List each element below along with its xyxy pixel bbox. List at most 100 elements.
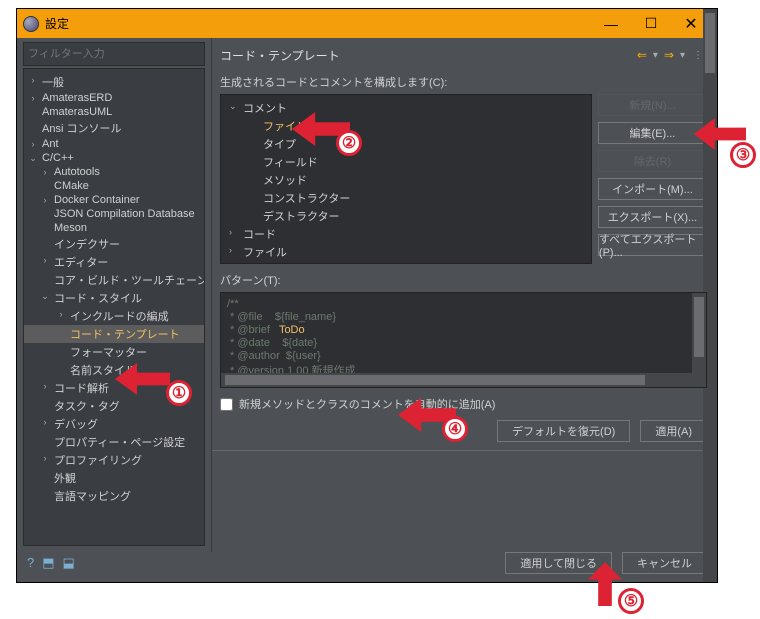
tree-item[interactable]: ›一般 bbox=[24, 73, 204, 91]
tree-item[interactable]: JSON Compilation Database bbox=[24, 207, 204, 221]
tree-item[interactable]: プロパティー・ページ設定 bbox=[24, 433, 204, 451]
template-tree-item[interactable]: デストラクター bbox=[221, 207, 591, 225]
nav-back-icon[interactable]: ⇐ bbox=[637, 48, 647, 62]
pattern-scrollbar-h[interactable] bbox=[221, 373, 692, 387]
caret-icon: › bbox=[56, 309, 66, 319]
tree-item-label: プロファイリング bbox=[54, 455, 142, 467]
caret-icon: › bbox=[28, 139, 38, 149]
restore-defaults-button[interactable]: デフォルトを復元(D) bbox=[497, 420, 630, 442]
edit-button[interactable]: 編集(E)... bbox=[598, 122, 707, 144]
tree-item-label: 一般 bbox=[42, 77, 64, 89]
tree-item[interactable]: 外観 bbox=[24, 469, 204, 487]
main-panel: コード・テンプレート ⇐ ▾ ⇒ ▾ ⋮ 生成されるコードとコメントを構成します… bbox=[212, 38, 717, 552]
minimize-button[interactable]: — bbox=[591, 10, 631, 38]
tree-item-label: AmaterasUML bbox=[42, 106, 112, 118]
page-title: コード・テンプレート bbox=[220, 47, 340, 64]
tree-item-label: コア・ビルド・ツールチェーン bbox=[54, 275, 205, 287]
tree-item[interactable]: Ansi コンソール bbox=[24, 119, 204, 137]
tree-item[interactable]: AmaterasUML bbox=[24, 105, 204, 119]
nav-forward-menu-icon[interactable]: ▾ bbox=[680, 50, 685, 61]
template-tree-label: コンストラクター bbox=[263, 193, 350, 205]
app-icon bbox=[23, 16, 39, 32]
template-tree-item[interactable]: ⌄コメント bbox=[221, 99, 591, 117]
callout-badge-3: ③ bbox=[730, 142, 756, 168]
filter-box[interactable] bbox=[23, 42, 205, 66]
caret-icon: › bbox=[40, 195, 50, 205]
tree-item[interactable]: › インクルードの編成 bbox=[24, 307, 204, 325]
caret-icon: › bbox=[28, 93, 38, 103]
settings-window: 設定 — ☐ ✕ ›一般›AmaterasERDAmaterasUMLAnsi … bbox=[16, 8, 718, 583]
callout-badge-2: ② bbox=[336, 130, 362, 156]
template-tree-item[interactable]: タイプ bbox=[221, 135, 591, 153]
caret-icon: › bbox=[40, 381, 50, 391]
pattern-label: パターン(T): bbox=[220, 272, 707, 288]
cancel-button[interactable]: キャンセル bbox=[622, 552, 707, 574]
new-button[interactable]: 新規(N)... bbox=[598, 94, 707, 116]
filter-input[interactable] bbox=[28, 48, 200, 60]
tree-item[interactable]: インデクサー bbox=[24, 235, 204, 253]
maximize-button[interactable]: ☐ bbox=[631, 10, 671, 38]
tree-item-label: C/C++ bbox=[42, 152, 74, 164]
tree-item[interactable]: コア・ビルド・ツールチェーン bbox=[24, 271, 204, 289]
remove-button[interactable]: 除去(R) bbox=[598, 150, 707, 172]
template-tree-label: デストラクター bbox=[263, 211, 340, 223]
apply-close-button[interactable]: 適用して閉じる bbox=[505, 552, 612, 574]
tree-item-label: JSON Compilation Database bbox=[54, 208, 195, 220]
export-all-button[interactable]: すべてエクスポート(P)... bbox=[598, 234, 707, 256]
sidebar: ›一般›AmaterasERDAmaterasUMLAnsi コンソール›Ant… bbox=[17, 38, 212, 552]
export-prefs-icon[interactable]: ⬓ bbox=[63, 555, 75, 571]
preferences-tree[interactable]: ›一般›AmaterasERDAmaterasUMLAnsi コンソール›Ant… bbox=[23, 68, 205, 546]
tree-item[interactable]: ›AmaterasERD bbox=[24, 91, 204, 105]
tree-item[interactable]: フォーマッター bbox=[24, 343, 204, 361]
auto-add-checkbox[interactable] bbox=[220, 398, 233, 411]
menu-dots-icon[interactable]: ⋮ bbox=[693, 50, 703, 61]
tree-item[interactable]: ⌄コード・スタイル bbox=[24, 289, 204, 307]
tree-item[interactable]: ›エディター bbox=[24, 253, 204, 271]
tree-item-label: コード・スタイル bbox=[54, 293, 142, 305]
tree-item-label: Ant bbox=[42, 138, 59, 150]
tree-item[interactable]: ›Autotools bbox=[24, 165, 204, 179]
titlebar[interactable]: 設定 — ☐ ✕ bbox=[17, 9, 717, 38]
tree-item-label: コード・テンプレート bbox=[70, 329, 180, 341]
tree-item-label: Ansi コンソール bbox=[42, 123, 121, 135]
side-buttons: 新規(N)... 編集(E)... 除去(R) インポート(M)... エクスポ… bbox=[598, 94, 707, 264]
tree-item[interactable]: Meson bbox=[24, 221, 204, 235]
export-button[interactable]: エクスポート(X)... bbox=[598, 206, 707, 228]
callout-badge-5: ⑤ bbox=[618, 588, 644, 614]
apply-button[interactable]: 適用(A) bbox=[640, 420, 707, 442]
tree-item-label: プロパティー・ページ設定 bbox=[54, 437, 185, 449]
pattern-scrollbar-v[interactable] bbox=[692, 293, 706, 387]
tree-item-label: デバッグ bbox=[54, 419, 98, 431]
tree-item[interactable]: 言語マッピング bbox=[24, 487, 204, 505]
template-tree-label: ファイル bbox=[243, 247, 287, 259]
nav-forward-icon[interactable]: ⇒ bbox=[664, 48, 674, 62]
template-tree-item[interactable]: ファイル bbox=[221, 117, 591, 135]
template-tree-item[interactable]: ›コード bbox=[221, 225, 591, 243]
tree-item-label: インデクサー bbox=[54, 239, 120, 251]
tree-item[interactable]: › Ant bbox=[24, 137, 204, 151]
template-tree-label: フィールド bbox=[263, 157, 318, 169]
tree-item[interactable]: CMake bbox=[24, 179, 204, 193]
template-tree-label: コメント bbox=[243, 103, 287, 115]
pattern-preview: /** * @file ${file_name} * @brief ToDo *… bbox=[220, 292, 707, 388]
tree-item-label: コード解析 bbox=[54, 383, 109, 395]
tree-item[interactable]: › Docker Container bbox=[24, 193, 204, 207]
tree-item-label: Docker Container bbox=[54, 194, 140, 206]
tree-item-label: インクルードの編成 bbox=[70, 311, 169, 323]
template-tree[interactable]: ⌄コメントファイルタイプフィールドメソッドコンストラクターデストラクター›コード… bbox=[220, 94, 592, 264]
help-icon[interactable]: ? bbox=[27, 555, 34, 571]
template-tree-item[interactable]: コンストラクター bbox=[221, 189, 591, 207]
template-tree-item[interactable]: フィールド bbox=[221, 153, 591, 171]
template-tree-item[interactable]: メソッド bbox=[221, 171, 591, 189]
import-prefs-icon[interactable]: ⬒ bbox=[42, 555, 54, 571]
template-tree-label: メソッド bbox=[263, 175, 307, 187]
tree-item[interactable]: ⌄C/C++ bbox=[24, 151, 204, 165]
import-button[interactable]: インポート(M)... bbox=[598, 178, 707, 200]
caret-icon: › bbox=[40, 167, 50, 177]
tree-item[interactable]: コード・テンプレート bbox=[24, 325, 204, 343]
tree-item[interactable]: ›デバッグ bbox=[24, 415, 204, 433]
nav-back-menu-icon[interactable]: ▾ bbox=[653, 50, 658, 61]
tree-item[interactable]: ›プロファイリング bbox=[24, 451, 204, 469]
tree-item[interactable]: 名前スタイル bbox=[24, 361, 204, 379]
template-tree-item[interactable]: ›ファイル bbox=[221, 243, 591, 261]
